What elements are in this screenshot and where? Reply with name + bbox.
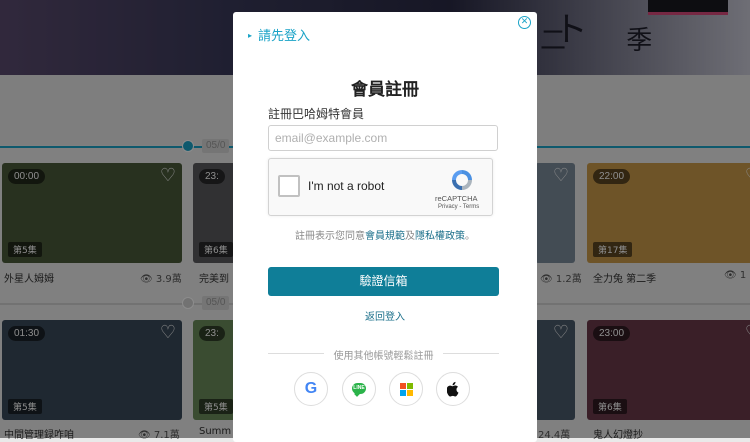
- google-login-button[interactable]: G: [294, 372, 328, 406]
- chevron-right-icon: ▸: [248, 31, 253, 40]
- recaptcha-brand: reCAPTCHA: [435, 194, 478, 203]
- apple-icon: [447, 381, 459, 397]
- verify-email-button[interactable]: 驗證信箱: [268, 267, 499, 296]
- google-icon: G: [304, 380, 318, 397]
- return-login-link[interactable]: 返回登入: [233, 308, 537, 323]
- social-divider-label: 使用其他帳號輕鬆註冊: [333, 351, 434, 362]
- privacy-policy-link[interactable]: 隱私權政策: [415, 231, 465, 242]
- close-icon[interactable]: ✕: [518, 16, 531, 29]
- apple-login-button[interactable]: [436, 372, 470, 406]
- recaptcha-checkbox[interactable]: [278, 175, 300, 197]
- modal-title: 會員註冊: [351, 80, 419, 100]
- back-to-login-link[interactable]: ▸ 請先登入: [248, 25, 310, 44]
- email-field[interactable]: [268, 125, 498, 151]
- member-rules-link[interactable]: 會員規範: [365, 231, 405, 242]
- register-modal: ▸ 請先登入 ✕ 會員註冊 註冊巴哈姆特會員 I'm not a robot re…: [233, 12, 537, 442]
- line-icon: LINE: [352, 383, 366, 394]
- recaptcha-links[interactable]: Privacy - Terms: [438, 204, 479, 210]
- recaptcha-logo-icon: [452, 170, 472, 190]
- recaptcha-widget: I'm not a robot reCAPTCHA Privacy - Term…: [268, 158, 493, 216]
- divider-line: [443, 353, 499, 354]
- form-subtitle: 註冊巴哈姆特會員: [268, 107, 365, 121]
- microsoft-icon: [400, 383, 413, 396]
- terms-suffix: 。: [465, 231, 475, 242]
- back-to-login-label: 請先登入: [258, 29, 311, 44]
- terms-prefix: 註冊表示您同意: [295, 231, 365, 242]
- terms-and: 及: [405, 231, 415, 242]
- social-divider: 使用其他帳號輕鬆註冊: [268, 351, 499, 362]
- line-login-button[interactable]: LINE: [342, 372, 376, 406]
- terms-notice: 註冊表示您同意會員規範及隱私權政策。: [233, 227, 537, 242]
- microsoft-login-button[interactable]: [389, 372, 423, 406]
- recaptcha-label: I'm not a robot: [308, 179, 385, 193]
